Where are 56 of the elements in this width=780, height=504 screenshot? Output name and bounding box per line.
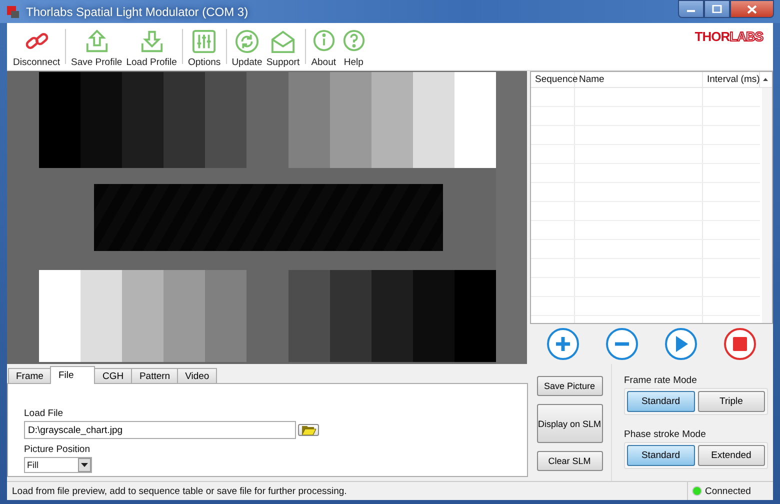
tab[interactable]: File	[50, 366, 96, 384]
action-button[interactable]: Display on SLM	[536, 404, 602, 443]
action-button[interactable]: Save Picture	[536, 376, 602, 396]
picture-position-dropdown[interactable]: Fill	[24, 457, 92, 473]
column-header[interactable]: Interval (ms)	[703, 72, 760, 87]
toolbar-button[interactable]: Save Profile	[69, 23, 124, 70]
minimize-button[interactable]	[678, 0, 704, 18]
toolbar-button[interactable]: Options	[186, 23, 223, 70]
upload-tray-icon	[84, 29, 110, 54]
mode-option-button[interactable]: Standard	[627, 445, 694, 466]
toolbar-button[interactable]: Update	[230, 23, 264, 70]
mode-title: Phase stroke Mode	[624, 429, 707, 440]
add-button[interactable]	[547, 328, 580, 360]
close-icon	[747, 4, 757, 14]
up-arrow-icon	[762, 78, 768, 81]
connection-status: Connected	[705, 486, 751, 496]
scrollbar[interactable]	[762, 88, 772, 323]
mode-option-button[interactable]: Extended	[698, 445, 765, 466]
status-message: Load from file preview, add to sequence table or save file for further processing.	[12, 486, 347, 496]
envelope-icon	[270, 29, 296, 54]
stop-button[interactable]	[724, 328, 756, 360]
mode-option-button[interactable]: Triple	[698, 391, 765, 412]
action-button[interactable]: Clear SLM	[536, 451, 602, 471]
field-label: Load File	[24, 408, 64, 419]
mode-title: Frame rate Mode	[624, 375, 698, 386]
tab[interactable]: Pattern	[131, 368, 178, 383]
tab[interactable]: Video	[177, 368, 218, 383]
toolbar-button[interactable]: Load Profile	[124, 23, 179, 70]
browse-button[interactable]	[298, 424, 319, 436]
folder-icon	[302, 425, 316, 435]
file-path-field[interactable]: D:\grayscale_chart.jpg	[24, 421, 296, 439]
close-button[interactable]	[730, 0, 774, 18]
plus-icon	[555, 336, 572, 352]
stop-icon	[732, 336, 748, 352]
maximize-icon	[712, 5, 722, 13]
app-icon	[6, 4, 20, 18]
dropdown-arrow-icon	[81, 463, 88, 467]
maximize-button[interactable]	[704, 0, 730, 18]
company-logo: THORLABS	[694, 29, 763, 46]
play-button[interactable]	[664, 328, 697, 360]
refresh-icon	[234, 29, 260, 54]
mode-option-button[interactable]: Standard	[627, 391, 694, 412]
info-icon	[310, 29, 337, 54]
field-label: Picture Position	[24, 444, 90, 455]
remove-button[interactable]	[606, 328, 638, 360]
column-header[interactable]: Sequence	[531, 72, 575, 87]
help-icon	[340, 29, 367, 54]
toolbar-button[interactable]: Support	[264, 23, 302, 70]
sliders-icon	[191, 29, 218, 54]
tab[interactable]: Frame	[8, 368, 52, 383]
window-title: Thorlabs Spatial Light Modulator (COM 3)	[26, 4, 248, 18]
download-tray-icon	[138, 29, 165, 54]
toolbar-button[interactable]: About	[308, 23, 339, 70]
tab[interactable]: CGH	[94, 368, 132, 383]
toolbar-button[interactable]: Disconnect	[11, 23, 62, 70]
toolbar-button[interactable]: Help	[338, 23, 369, 70]
